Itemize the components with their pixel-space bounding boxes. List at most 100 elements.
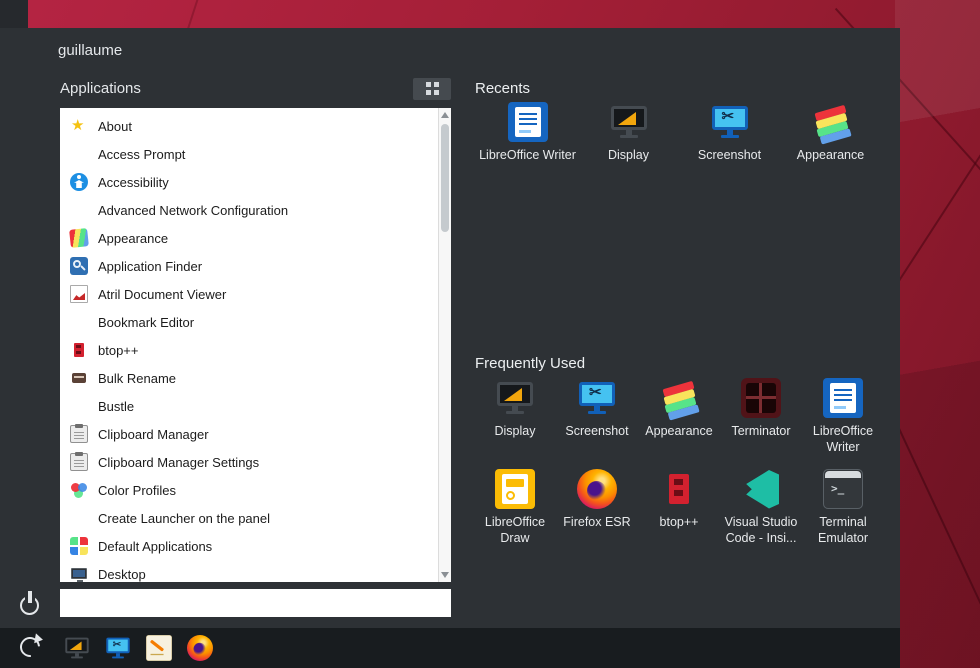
firefox-icon bbox=[577, 469, 617, 509]
app-list-item-accessibility[interactable]: Accessibility bbox=[60, 168, 451, 196]
app-label: Advanced Network Configuration bbox=[98, 203, 288, 218]
shortcut-screenshot[interactable]: Screenshot bbox=[556, 378, 638, 455]
shortcut-label: Firefox ESR bbox=[563, 515, 630, 531]
app-label: Application Finder bbox=[98, 259, 202, 274]
bulkrename-icon bbox=[70, 369, 88, 387]
menu-button[interactable] bbox=[0, 0, 28, 28]
shortcut-label: LibreOffice Writer bbox=[479, 148, 576, 164]
writer-icon bbox=[823, 378, 863, 418]
whisker-menu: guillaume Applications About Access Promp… bbox=[0, 28, 900, 628]
dock-screenshot[interactable] bbox=[105, 635, 131, 661]
shortcut-icon-wrap bbox=[609, 102, 649, 142]
app-label: Access Prompt bbox=[98, 147, 185, 162]
username: guillaume bbox=[58, 42, 122, 59]
taskbar-panel bbox=[0, 628, 900, 668]
app-label: Atril Document Viewer bbox=[98, 287, 226, 302]
scroll-up-icon[interactable] bbox=[441, 112, 449, 118]
shortcut-appearance[interactable]: Appearance bbox=[638, 378, 720, 455]
none-icon bbox=[70, 201, 88, 219]
dock-firefox[interactable] bbox=[187, 635, 213, 661]
app-label: Appearance bbox=[98, 231, 168, 246]
applications-title: Applications bbox=[60, 80, 141, 97]
scrollbar-thumb[interactable] bbox=[441, 124, 449, 232]
screenshot-icon bbox=[105, 635, 131, 661]
scroll-down-icon[interactable] bbox=[441, 572, 449, 578]
defaultapps-icon bbox=[70, 537, 88, 555]
app-list-item-advanced-network-configuration[interactable]: Advanced Network Configuration bbox=[60, 196, 451, 224]
app-list-item-create-launcher-on-the-panel[interactable]: Create Launcher on the panel bbox=[60, 504, 451, 532]
shortcut-icon-wrap bbox=[823, 469, 863, 509]
app-label: Bookmark Editor bbox=[98, 315, 194, 330]
appearance-icon bbox=[69, 228, 89, 248]
app-label: btop++ bbox=[98, 343, 139, 358]
shortcut-libreoffice-draw[interactable]: LibreOffice Draw bbox=[474, 469, 556, 546]
shortcut-btop[interactable]: btop++ bbox=[638, 469, 720, 546]
shortcut-appearance[interactable]: Appearance bbox=[780, 102, 881, 164]
list-scrollbar[interactable] bbox=[438, 108, 451, 582]
shortcut-libreoffice-writer[interactable]: LibreOffice Writer bbox=[802, 378, 884, 455]
draw-icon bbox=[495, 469, 535, 509]
shortcut-display[interactable]: Display bbox=[474, 378, 556, 455]
appearance-icon bbox=[659, 378, 699, 418]
shortcut-icon-wrap bbox=[495, 378, 535, 418]
app-list-item-atril-document-viewer[interactable]: Atril Document Viewer bbox=[60, 280, 451, 308]
app-label: Clipboard Manager Settings bbox=[98, 455, 259, 470]
dock bbox=[64, 635, 213, 661]
dock-texteditor[interactable] bbox=[146, 635, 172, 661]
accessibility-icon bbox=[70, 173, 88, 191]
vscode-icon bbox=[741, 469, 781, 509]
app-list-item-bustle[interactable]: Bustle bbox=[60, 392, 451, 420]
shortcut-terminator[interactable]: Terminator bbox=[720, 378, 802, 455]
shortcut-icon-wrap bbox=[495, 469, 535, 509]
wallpaper-facet bbox=[895, 0, 980, 668]
display-icon bbox=[609, 102, 649, 142]
frequently-used-grid: DisplayScreenshotAppearanceTerminatorLib… bbox=[474, 378, 884, 547]
desktop-icon bbox=[70, 565, 88, 582]
btop-icon bbox=[70, 341, 88, 359]
shortcut-label: Display bbox=[495, 424, 536, 440]
shortcut-label: LibreOffice Writer bbox=[802, 424, 884, 455]
desktop: guillaume Applications About Access Promp… bbox=[0, 0, 980, 668]
shortcut-icon-wrap bbox=[710, 102, 750, 142]
shortcut-label: btop++ bbox=[660, 515, 699, 531]
app-list-item-desktop[interactable]: Desktop bbox=[60, 560, 451, 582]
app-list-item-bookmark-editor[interactable]: Bookmark Editor bbox=[60, 308, 451, 336]
app-list-item-clipboard-manager[interactable]: Clipboard Manager bbox=[60, 420, 451, 448]
app-list-item-application-finder[interactable]: Application Finder bbox=[60, 252, 451, 280]
screenshot-icon bbox=[577, 378, 617, 418]
shortcut-icon-wrap bbox=[741, 378, 781, 418]
colorprofiles-icon bbox=[70, 481, 88, 499]
logout-restart-button[interactable] bbox=[17, 634, 43, 660]
dock-display[interactable] bbox=[64, 635, 90, 661]
shortcut-icon-wrap bbox=[823, 378, 863, 418]
app-list-item-btop[interactable]: btop++ bbox=[60, 336, 451, 364]
app-list-item-color-profiles[interactable]: Color Profiles bbox=[60, 476, 451, 504]
shortcut-firefox-esr[interactable]: Firefox ESR bbox=[556, 469, 638, 546]
power-button[interactable] bbox=[17, 591, 43, 617]
app-list-item-clipboard-manager-settings[interactable]: Clipboard Manager Settings bbox=[60, 448, 451, 476]
shortcut-label: Display bbox=[608, 148, 649, 164]
shortcut-screenshot[interactable]: Screenshot bbox=[679, 102, 780, 164]
none-icon bbox=[70, 397, 88, 415]
shortcut-libreoffice-writer[interactable]: LibreOffice Writer bbox=[477, 102, 578, 164]
app-list-item-default-applications[interactable]: Default Applications bbox=[60, 532, 451, 560]
application-list: About Access Prompt Accessibility Advanced … bbox=[60, 108, 451, 582]
app-list-item-about[interactable]: About bbox=[60, 112, 451, 140]
shortcut-terminal-emulator[interactable]: Terminal Emulator bbox=[802, 469, 884, 546]
shortcut-display[interactable]: Display bbox=[578, 102, 679, 164]
view-toggle-button[interactable] bbox=[413, 78, 451, 100]
app-label: Create Launcher on the panel bbox=[98, 511, 270, 526]
app-label: Bustle bbox=[98, 399, 134, 414]
shortcut-label: Terminal Emulator bbox=[802, 515, 884, 546]
shortcut-visual-studio-code-insi[interactable]: Visual Studio Code - Insi... bbox=[720, 469, 802, 546]
recents-grid: LibreOffice Writer Display ScreenshotAppea… bbox=[477, 102, 881, 164]
shortcut-icon-wrap bbox=[659, 378, 699, 418]
screenshot-icon bbox=[710, 102, 750, 142]
grid-view-icon bbox=[426, 82, 439, 95]
app-list-item-appearance[interactable]: Appearance bbox=[60, 224, 451, 252]
search-input[interactable] bbox=[60, 589, 451, 617]
app-list-item-bulk-rename[interactable]: Bulk Rename bbox=[60, 364, 451, 392]
app-list-item-access-prompt[interactable]: Access Prompt bbox=[60, 140, 451, 168]
display-icon bbox=[64, 635, 90, 661]
writer-icon bbox=[508, 102, 548, 142]
